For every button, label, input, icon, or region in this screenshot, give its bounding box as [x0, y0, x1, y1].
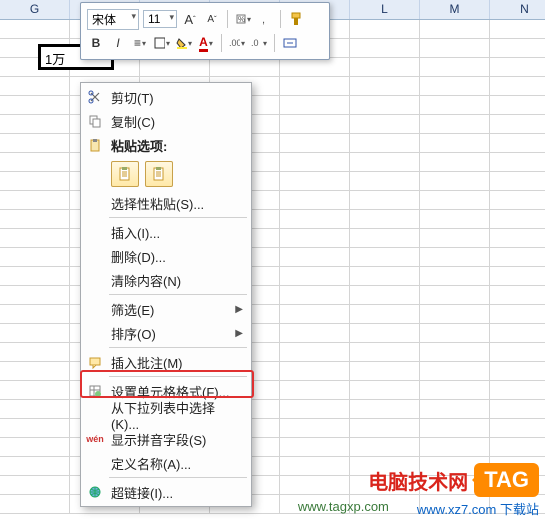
- col-header[interactable]: N: [490, 0, 545, 19]
- clipboard-icon: [85, 136, 105, 154]
- format-cells-icon: [85, 382, 105, 400]
- paste-option-all[interactable]: [111, 161, 139, 187]
- menu-cut[interactable]: 剪切(T): [81, 85, 251, 109]
- mini-toolbar: 宋体 11 Aˆ Aˇ % , B I ≡ A .00 .0: [80, 2, 330, 60]
- menu-paste-options: 粘贴选项:: [81, 133, 251, 157]
- menu-hyperlink[interactable]: 超链接(I)...: [81, 480, 251, 504]
- increase-decimal-button[interactable]: .0: [250, 34, 268, 52]
- col-header[interactable]: G: [0, 0, 70, 19]
- format-painter-button[interactable]: [287, 10, 305, 28]
- fill-color-button[interactable]: [175, 34, 193, 52]
- copy-icon: [85, 112, 105, 130]
- col-header[interactable]: M: [420, 0, 490, 19]
- submenu-arrow-icon: ▶: [235, 328, 243, 339]
- italic-button[interactable]: I: [109, 34, 127, 52]
- border-icon: [154, 37, 165, 49]
- menu-pick-from-list[interactable]: 从下拉列表中选择(K)...: [81, 403, 251, 427]
- menu-show-pinyin[interactable]: wén 显示拼音字段(S): [81, 427, 251, 451]
- font-name-select[interactable]: 宋体: [87, 9, 139, 30]
- paste-option-row: [81, 157, 251, 191]
- hyperlink-icon: [85, 483, 105, 501]
- svg-text:.00: .00: [229, 38, 240, 48]
- menu-clear[interactable]: 清除内容(N): [81, 268, 251, 292]
- align-button[interactable]: ≡: [131, 34, 149, 52]
- brush-icon: [289, 12, 303, 26]
- accounting-format-button[interactable]: %: [234, 10, 252, 28]
- menu-define-name[interactable]: 定义名称(A)...: [81, 451, 251, 475]
- menu-paste-special[interactable]: 选择性粘贴(S)...: [81, 191, 251, 215]
- watermark-url: www.tagxp.com: [298, 499, 389, 518]
- submenu-arrow-icon: ▶: [235, 304, 243, 315]
- scissors-icon: [85, 88, 105, 106]
- decrease-decimal-button[interactable]: .00: [228, 34, 246, 52]
- svg-text:,: ,: [262, 14, 265, 25]
- menu-insert[interactable]: 插入(I)...: [81, 220, 251, 244]
- context-menu: 剪切(T) 复制(C) 粘贴选项: 选择性粘贴(S)... 插入(I)... 删…: [80, 82, 252, 507]
- tag-badge: TAG: [474, 463, 539, 497]
- paste-option-values[interactable]: [145, 161, 173, 187]
- menu-insert-comment[interactable]: 插入批注(M): [81, 350, 251, 374]
- menu-sort[interactable]: 排序(O) ▶: [81, 321, 251, 345]
- col-header[interactable]: L: [350, 0, 420, 19]
- menu-copy[interactable]: 复制(C): [81, 109, 251, 133]
- watermark-url: www.xz7.com 下载站: [417, 499, 539, 518]
- merge-icon: [283, 37, 297, 49]
- pinyin-icon: wén: [85, 430, 105, 448]
- svg-text:%: %: [238, 15, 245, 24]
- font-color-button[interactable]: A: [197, 34, 215, 52]
- comment-icon: [85, 353, 105, 371]
- grow-font-button[interactable]: Aˆ: [181, 10, 199, 28]
- bold-button[interactable]: B: [87, 34, 105, 52]
- merge-button[interactable]: [281, 34, 299, 52]
- svg-text:.0: .0: [251, 38, 259, 48]
- comma-style-button[interactable]: ,: [256, 10, 274, 28]
- watermark: 电脑技术网 TAG www.tagxp.com www.xz7.com 下载站: [298, 463, 539, 518]
- font-size-select[interactable]: 11: [143, 10, 177, 28]
- shrink-font-button[interactable]: Aˇ: [203, 10, 221, 28]
- border-button[interactable]: [153, 34, 171, 52]
- menu-filter[interactable]: 筛选(E) ▶: [81, 297, 251, 321]
- bucket-icon: [176, 37, 187, 49]
- watermark-text: 电脑技术网: [368, 466, 468, 495]
- menu-delete[interactable]: 删除(D)...: [81, 244, 251, 268]
